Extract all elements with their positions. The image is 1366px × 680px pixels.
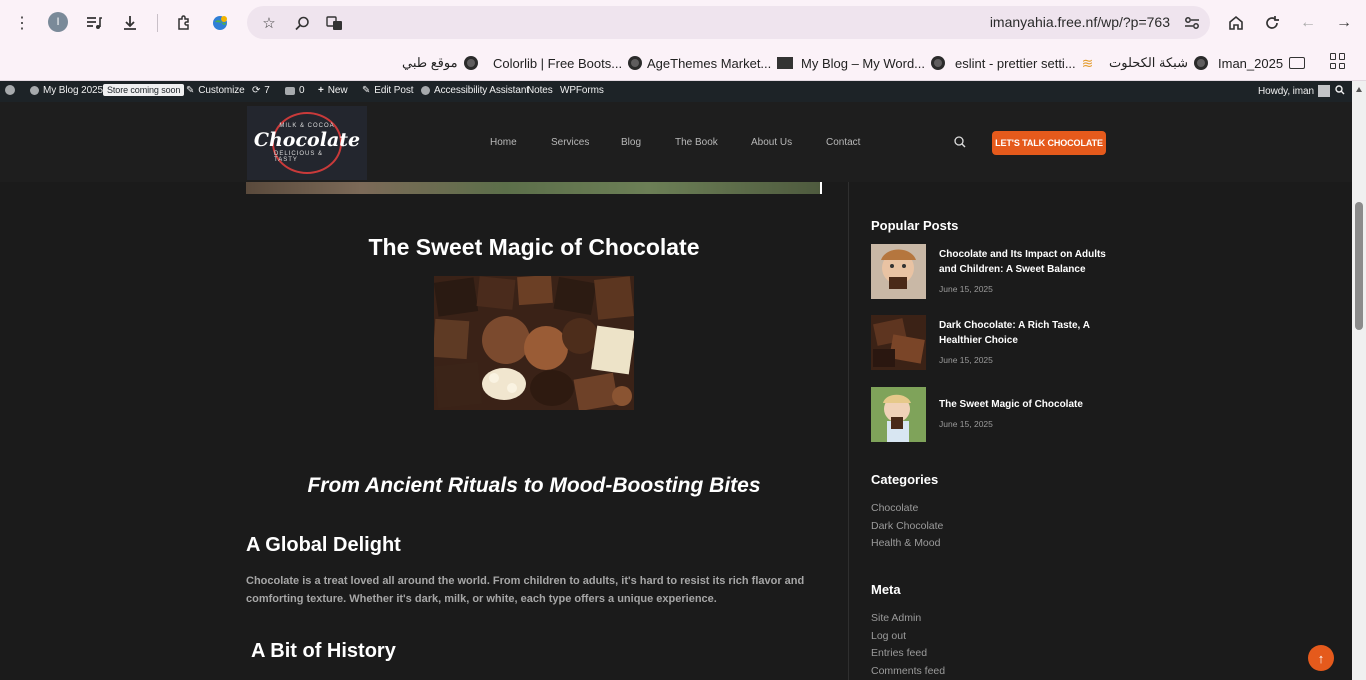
site-header: MILK & COCOA Chocolate DELICIOUS & TASTY… [0,102,1366,182]
categories-title: Categories [871,472,939,487]
wordpress-logo-icon[interactable] [5,85,15,95]
folder-icon [1289,57,1306,69]
comment-bubble-icon [285,86,295,95]
popular-post-title[interactable]: Chocolate and Its Impact on Adults and C… [939,247,1109,277]
nav-blog[interactable]: Blog [621,137,641,148]
stack-icon: ≋ [1081,54,1094,71]
apps-grid-icon[interactable] [1330,53,1346,69]
scroll-up-arrow-icon[interactable] [1356,87,1362,92]
accessibility-link[interactable]: Accessibility Assistant [421,85,529,96]
vpn-globe-icon[interactable] [207,10,233,36]
notes-link[interactable]: Notes [527,85,553,96]
meta-link[interactable]: Log out [871,630,906,642]
meta-link[interactable]: Site Admin [871,612,921,624]
popular-post-title[interactable]: Dark Chocolate: A Rich Taste, A Healthie… [939,318,1109,348]
main-content: The Sweet Magic of Chocolate From Ancien… [0,182,1352,680]
profile-avatar[interactable]: I [48,12,68,32]
popular-post-date: June 15, 2025 [939,355,993,365]
playlist-icon[interactable] [81,10,107,36]
featured-image-bottom [246,182,822,194]
post-title: The Sweet Magic of Chocolate [368,234,700,260]
pencil-icon: ✎ [362,85,371,96]
nav-about-us[interactable]: About Us [751,137,792,148]
dashboard-icon [30,86,39,95]
wp-admin-bar: My Blog 2025 Store coming soon ✎ Customi… [0,81,1366,102]
section-heading: A Global Delight [246,534,401,556]
popular-post-thumbnail[interactable] [871,244,926,299]
search-icon[interactable] [954,136,966,148]
nav-home[interactable]: Home [490,137,517,148]
meta-link[interactable]: Comments feed [871,665,945,677]
popular-post-thumbnail[interactable] [871,315,926,370]
popular-posts-title: Popular Posts [871,218,959,233]
bookmark-folder[interactable]: Iman_2025 [1218,52,1306,74]
arrow-up-icon: ↑ [1317,650,1325,666]
download-icon[interactable] [117,10,143,36]
page-scrollbar[interactable] [1352,81,1366,680]
section-heading: A Bit of History [251,640,396,662]
customize-link[interactable]: ✎ Customize [186,85,245,96]
lets-talk-chocolate-button[interactable]: LET'S TALK CHOCOLATE [992,131,1106,155]
nav-the-book[interactable]: The Book [675,137,718,148]
category-link[interactable]: Dark Chocolate [871,520,943,532]
zoom-icon[interactable] [290,11,314,35]
bookmark-item[interactable]: eslint - prettier setti... ≋ [955,52,1093,74]
site-logo[interactable]: MILK & COCOA Chocolate DELICIOUS & TASTY [247,106,367,180]
accessibility-icon [421,86,430,95]
site-settings-icon[interactable] [1180,11,1204,35]
scrollbar-thumb[interactable] [1355,202,1363,330]
back-to-top-button[interactable]: ↑ [1308,645,1334,671]
updates-icon: ⟳ [252,85,261,96]
admin-search-icon[interactable] [1335,85,1345,95]
bookmark-item[interactable]: شبكة الكحلوت [1109,52,1208,74]
globe-icon [931,56,946,70]
meta-title: Meta [871,582,901,597]
updates-link[interactable]: ⟳ 7 [252,85,270,96]
extensions-icon[interactable] [171,10,197,36]
comments-link[interactable]: 0 [285,85,305,96]
bookmark-item[interactable]: AgeThemes Market... [647,52,794,74]
url-text[interactable]: imanyahia.free.nf/wp/?p=763 [990,14,1170,30]
bookmarks-bar: موقع طبي Colorlib | Free Boots... AgeThe… [0,45,1366,81]
bookmark-item[interactable]: Colorlib | Free Boots... [493,52,643,74]
globe-icon [463,56,478,70]
nav-services[interactable]: Services [551,137,589,148]
edit-post-link[interactable]: ✎ Edit Post [362,85,414,96]
globe-icon [1193,56,1208,70]
plus-icon: + [318,85,324,96]
account-menu[interactable]: Howdy, iman [1258,85,1330,97]
brush-icon: ✎ [186,85,195,96]
site-name-link[interactable]: My Blog 2025 [30,85,103,96]
translate-icon[interactable] [322,11,346,35]
category-link[interactable]: Chocolate [871,502,918,514]
chocolate-assortment-image [434,276,634,410]
bookmark-star-icon[interactable]: ☆ [257,11,281,35]
category-link[interactable]: Health & Mood [871,537,940,549]
forward-arrow-icon[interactable]: → [1331,10,1357,36]
nav-contact[interactable]: Contact [826,137,860,148]
bookmark-item[interactable]: My Blog – My Word... [801,52,946,74]
popular-post-thumbnail[interactable] [871,387,926,442]
reload-icon[interactable] [1259,10,1285,36]
avatar [1317,85,1330,97]
agethemes-icon [777,57,794,69]
meta-link[interactable]: Entries feed [871,647,927,659]
store-status-badge[interactable]: Store coming soon [103,84,185,96]
back-arrow-icon[interactable]: ← [1295,10,1321,36]
new-content-link[interactable]: + New [318,85,348,96]
post-subtitle: From Ancient Rituals to Mood-Boosting Bi… [307,474,761,497]
popular-post-date: June 15, 2025 [939,419,993,429]
popular-post-date: June 15, 2025 [939,284,993,294]
globe-icon [628,56,643,70]
menu-dots-icon[interactable]: ⋮ [9,10,35,36]
bookmark-item[interactable]: موقع طبي [402,52,478,74]
wpforms-link[interactable]: WPForms [560,85,604,96]
browser-toolbar: ⋮ I ☆ imanyahia.free.nf/wp/?p=763 ← → [0,0,1366,45]
address-bar[interactable]: ☆ imanyahia.free.nf/wp/?p=763 [247,6,1210,39]
home-icon[interactable] [1223,10,1249,36]
popular-post-title[interactable]: The Sweet Magic of Chocolate [939,397,1109,412]
section-paragraph: Chocolate is a treat loved all around th… [246,575,805,605]
